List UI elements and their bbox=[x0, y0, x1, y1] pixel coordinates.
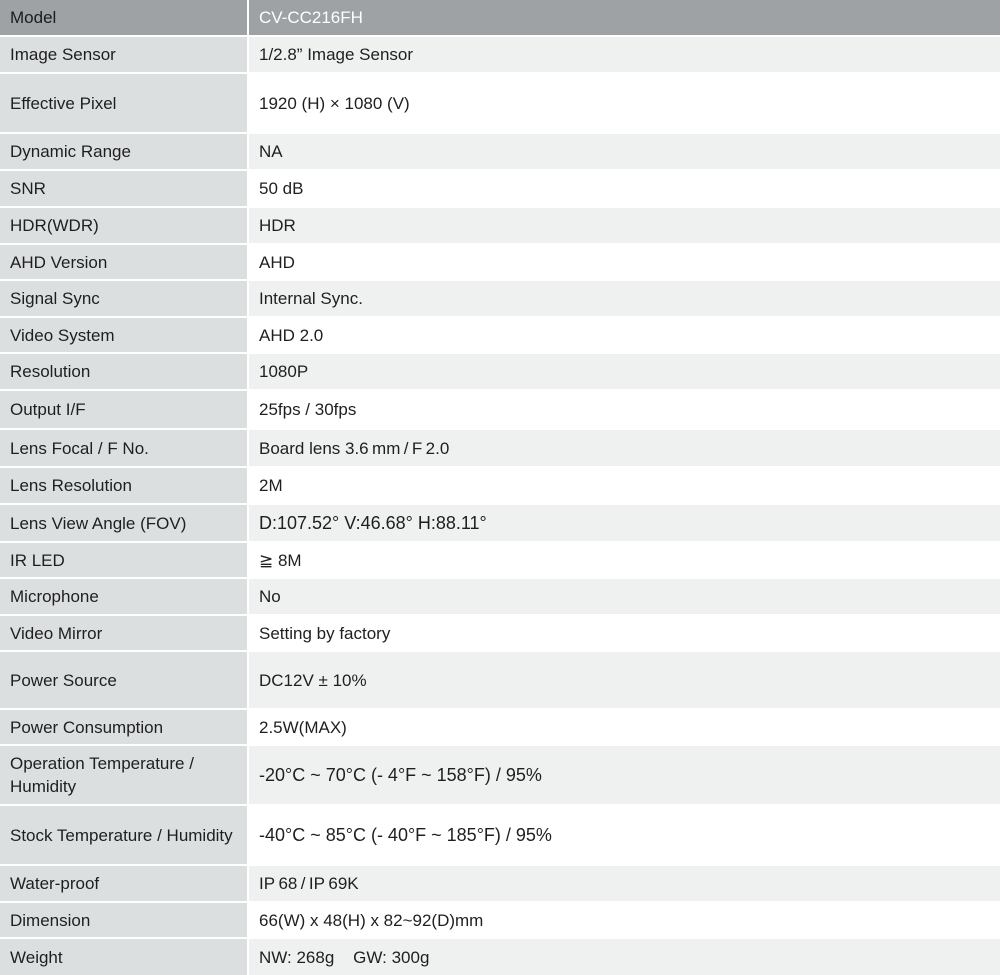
table-row: Video Mirror Setting by factory bbox=[0, 616, 1000, 652]
row-label: Image Sensor bbox=[0, 37, 249, 72]
table-row: Dynamic Range NA bbox=[0, 134, 1000, 171]
header-label: Model bbox=[0, 0, 249, 35]
row-label: Operation Temperature / Humidity bbox=[0, 746, 249, 804]
row-value: ≧ 8M bbox=[249, 543, 1000, 577]
row-label: Lens View Angle (FOV) bbox=[0, 505, 249, 541]
row-label: Microphone bbox=[0, 579, 249, 614]
row-label: Video Mirror bbox=[0, 616, 249, 650]
table-header-row: Model CV-CC216FH bbox=[0, 0, 1000, 37]
table-row: Resolution 1080P bbox=[0, 354, 1000, 391]
row-label: Lens Resolution bbox=[0, 468, 249, 503]
row-label: HDR(WDR) bbox=[0, 208, 249, 243]
row-label: Power Consumption bbox=[0, 710, 249, 744]
row-label: Output I/F bbox=[0, 391, 249, 428]
row-value: Internal Sync. bbox=[249, 281, 1000, 316]
row-value: NA bbox=[249, 134, 1000, 169]
row-label: Water-proof bbox=[0, 866, 249, 901]
row-value: NW: 268g GW: 300g bbox=[249, 939, 1000, 975]
row-label: Lens Focal / F No. bbox=[0, 430, 249, 466]
row-label: IR LED bbox=[0, 543, 249, 577]
row-label: Dimension bbox=[0, 903, 249, 937]
row-value: HDR bbox=[249, 208, 1000, 243]
row-value: -40°C ~ 85°C (- 40°F ~ 185°F) / 95% bbox=[249, 806, 1000, 864]
table-row: HDR(WDR) HDR bbox=[0, 208, 1000, 245]
table-row: Microphone No bbox=[0, 579, 1000, 616]
row-label: SNR bbox=[0, 171, 249, 206]
table-row: Power Consumption 2.5W(MAX) bbox=[0, 710, 1000, 746]
table-row: Dimension 66(W) x 48(H) x 82~92(D)mm bbox=[0, 903, 1000, 939]
table-row: Lens Resolution 2M bbox=[0, 468, 1000, 505]
row-value: Setting by factory bbox=[249, 616, 1000, 650]
row-value: DC12V ± 10% bbox=[249, 652, 1000, 708]
row-value: 2.5W(MAX) bbox=[249, 710, 1000, 744]
row-value: No bbox=[249, 579, 1000, 614]
row-value: 1080P bbox=[249, 354, 1000, 389]
table-row: Lens Focal / F No. Board lens 3.6 mm / F… bbox=[0, 430, 1000, 468]
row-value: 2M bbox=[249, 468, 1000, 503]
table-row: Image Sensor 1/2.8” Image Sensor bbox=[0, 37, 1000, 74]
row-label: Resolution bbox=[0, 354, 249, 389]
row-value: 1920 (H) × 1080 (V) bbox=[249, 74, 1000, 132]
table-row: Operation Temperature / Humidity -20°C ~… bbox=[0, 746, 1000, 806]
row-label: Stock Temperature / Humidity bbox=[0, 806, 249, 864]
table-row: Weight NW: 268g GW: 300g bbox=[0, 939, 1000, 975]
row-value: 50 dB bbox=[249, 171, 1000, 206]
row-label: Video System bbox=[0, 318, 249, 352]
row-value: IP 68 / IP 69K bbox=[249, 866, 1000, 901]
table-row: Water-proof IP 68 / IP 69K bbox=[0, 866, 1000, 903]
row-label: Effective Pixel bbox=[0, 74, 249, 132]
table-row: Lens View Angle (FOV) D:107.52° V:46.68°… bbox=[0, 505, 1000, 543]
row-label: Dynamic Range bbox=[0, 134, 249, 169]
row-value: AHD 2.0 bbox=[249, 318, 1000, 352]
row-label: Weight bbox=[0, 939, 249, 975]
row-value: -20°C ~ 70°C (- 4°F ~ 158°F) / 95% bbox=[249, 746, 1000, 804]
header-model-value: CV-CC216FH bbox=[249, 0, 1000, 35]
row-label: AHD Version bbox=[0, 245, 249, 279]
row-label: Signal Sync bbox=[0, 281, 249, 316]
table-row: AHD Version AHD bbox=[0, 245, 1000, 281]
row-value: 25fps / 30fps bbox=[249, 391, 1000, 428]
row-label: Power Source bbox=[0, 652, 249, 708]
table-row: SNR 50 dB bbox=[0, 171, 1000, 208]
row-value: D:107.52° V:46.68° H:88.11° bbox=[249, 505, 1000, 541]
table-row: Stock Temperature / Humidity -40°C ~ 85°… bbox=[0, 806, 1000, 866]
table-row: Video System AHD 2.0 bbox=[0, 318, 1000, 354]
table-row: IR LED ≧ 8M bbox=[0, 543, 1000, 579]
row-value: 1/2.8” Image Sensor bbox=[249, 37, 1000, 72]
spec-table: Model CV-CC216FH Image Sensor 1/2.8” Ima… bbox=[0, 0, 1000, 975]
table-row: Output I/F 25fps / 30fps bbox=[0, 391, 1000, 430]
table-row: Signal Sync Internal Sync. bbox=[0, 281, 1000, 318]
table-row: Power Source DC12V ± 10% bbox=[0, 652, 1000, 710]
table-row: Effective Pixel 1920 (H) × 1080 (V) bbox=[0, 74, 1000, 134]
row-value: Board lens 3.6 mm / F 2.0 bbox=[249, 430, 1000, 466]
row-value: 66(W) x 48(H) x 82~92(D)mm bbox=[249, 903, 1000, 937]
row-value: AHD bbox=[249, 245, 1000, 279]
